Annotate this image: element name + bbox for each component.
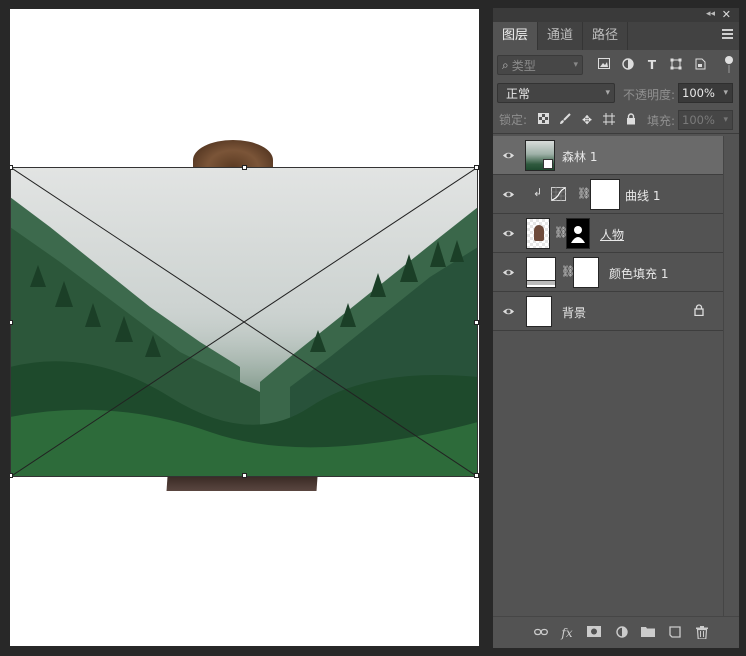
canvas-workspace[interactable]	[0, 0, 488, 656]
blend-mode-value: 正常	[506, 86, 531, 101]
filter-toggle-switch[interactable]	[725, 56, 733, 74]
transform-handle-top-center[interactable]	[242, 165, 247, 170]
lock-position-icon[interactable]: ✥	[580, 113, 594, 127]
chevron-down-icon: ▾	[605, 88, 610, 98]
panel-title-bar: ◂◂ ✕	[493, 8, 739, 22]
chevron-down-icon: ▾	[723, 88, 728, 98]
transform-handle-top-left[interactable]	[10, 165, 13, 170]
layer-name[interactable]: 背景	[562, 304, 586, 321]
lock-transparent-pixels-icon[interactable]	[536, 113, 550, 127]
layers-panel: ◂◂ ✕ 图层 通道 路径 ⌕ 类型 ▾ T 正常 ▾ 不透明度: 100% ▾…	[493, 8, 739, 648]
type-filter-icon[interactable]: T	[645, 58, 659, 72]
panel-scroll-gutter	[723, 136, 739, 616]
fill-field[interactable]: 100% ▾	[678, 110, 733, 130]
clipping-arrow-icon: ↲	[533, 186, 543, 199]
visibility-eye-icon[interactable]	[502, 227, 515, 240]
layer-mask-thumbnail[interactable]	[590, 179, 620, 210]
transform-handle-bottom-left[interactable]	[10, 473, 13, 478]
visibility-eye-icon[interactable]	[502, 305, 515, 318]
lock-label: 锁定:	[499, 113, 528, 127]
search-icon: ⌕	[502, 57, 509, 72]
opacity-value: 100%	[682, 86, 715, 100]
adjustment-filter-icon[interactable]	[621, 58, 635, 72]
layers-list: 森林 1 ↲ ⛓ 曲线 1 ⛓ 人物 ⛓ 颜色填充 1 背景	[493, 136, 723, 331]
visibility-eye-icon[interactable]	[502, 188, 515, 201]
panel-tabs: 图层 通道 路径	[493, 22, 739, 50]
chevron-down-icon: ▾	[723, 115, 728, 125]
layer-row-color-fill[interactable]: ⛓ 颜色填充 1	[493, 253, 723, 292]
layer-mask-thumbnail[interactable]	[566, 218, 590, 249]
smart-object-filter-icon[interactable]	[693, 58, 707, 72]
layers-bottom-toolbar: fx	[493, 616, 739, 648]
panel-menu-icon[interactable]	[722, 29, 733, 41]
opacity-field[interactable]: 100% ▾	[678, 83, 733, 103]
layer-row-forest[interactable]: 森林 1	[493, 136, 723, 175]
layer-row-person[interactable]: ⛓ 人物	[493, 214, 723, 253]
transform-handle-top-right[interactable]	[474, 165, 479, 170]
tab-paths[interactable]: 路径	[583, 22, 629, 50]
layer-row-curves[interactable]: ↲ ⛓ 曲线 1	[493, 175, 723, 214]
layer-thumbnail	[526, 218, 550, 249]
mask-link-icon[interactable]: ⛓	[577, 187, 591, 200]
layer-lock-icon[interactable]	[694, 304, 705, 317]
layer-thumbnail	[526, 296, 552, 327]
lock-image-pixels-icon[interactable]	[558, 113, 572, 127]
transform-diagonals	[10, 167, 478, 477]
blend-mode-select[interactable]: 正常 ▾	[497, 83, 615, 103]
lock-all-icon[interactable]	[624, 113, 638, 127]
transform-handle-bottom-right[interactable]	[474, 473, 479, 478]
new-layer-icon[interactable]	[668, 626, 682, 640]
collapse-panel-icon[interactable]: ◂◂	[706, 9, 715, 19]
layer-name[interactable]: 人物	[600, 226, 624, 243]
close-panel-icon[interactable]: ✕	[722, 8, 731, 21]
shape-filter-icon[interactable]	[669, 58, 683, 72]
link-layers-icon[interactable]	[534, 626, 548, 640]
layer-mask-thumbnail[interactable]	[573, 257, 599, 288]
person-shirt-image	[166, 477, 318, 491]
layer-name[interactable]: 森林 1	[562, 148, 597, 165]
chevron-down-icon: ▾	[573, 60, 578, 70]
layer-filter-row: ⌕ 类型 ▾ T	[493, 50, 739, 80]
tab-layers[interactable]: 图层	[493, 22, 539, 50]
delete-layer-icon[interactable]	[695, 626, 709, 640]
blend-row: 正常 ▾ 不透明度: 100% ▾	[493, 80, 739, 106]
layer-name[interactable]: 颜色填充 1	[609, 265, 668, 282]
transform-handle-bottom-center[interactable]	[242, 473, 247, 478]
curves-adjustment-icon	[551, 187, 566, 201]
fill-slider-icon	[527, 280, 555, 285]
opacity-label: 不透明度:	[623, 88, 676, 102]
new-group-icon[interactable]	[641, 626, 655, 640]
image-filter-icon[interactable]	[597, 58, 611, 72]
fill-label: 填充:	[647, 114, 676, 128]
tab-channels[interactable]: 通道	[538, 22, 584, 50]
document-canvas[interactable]	[10, 9, 479, 646]
fx-icon[interactable]: fx	[560, 626, 574, 640]
visibility-eye-icon[interactable]	[502, 149, 515, 162]
filter-kind-select[interactable]: ⌕ 类型 ▾	[497, 55, 583, 75]
visibility-eye-icon[interactable]	[502, 266, 515, 279]
layer-row-background[interactable]: 背景	[493, 292, 723, 331]
transform-handle-middle-right[interactable]	[474, 320, 479, 325]
layer-thumbnail	[525, 140, 555, 171]
smart-object-badge-icon	[543, 159, 553, 169]
lock-artboard-icon[interactable]	[602, 113, 616, 127]
fill-thumbnail	[526, 257, 556, 288]
person-thumbnail-figure	[534, 225, 544, 241]
fill-value: 100%	[682, 113, 715, 127]
transform-handle-middle-left[interactable]	[10, 320, 13, 325]
transform-bounding-box[interactable]	[10, 165, 479, 478]
add-mask-icon[interactable]	[587, 626, 601, 640]
filter-kind-placeholder: 类型	[511, 58, 536, 73]
new-adjustment-icon[interactable]	[615, 626, 629, 640]
layer-name[interactable]: 曲线 1	[625, 187, 660, 204]
lock-row: 锁定: ✥ 填充: 100% ▾	[493, 106, 739, 134]
